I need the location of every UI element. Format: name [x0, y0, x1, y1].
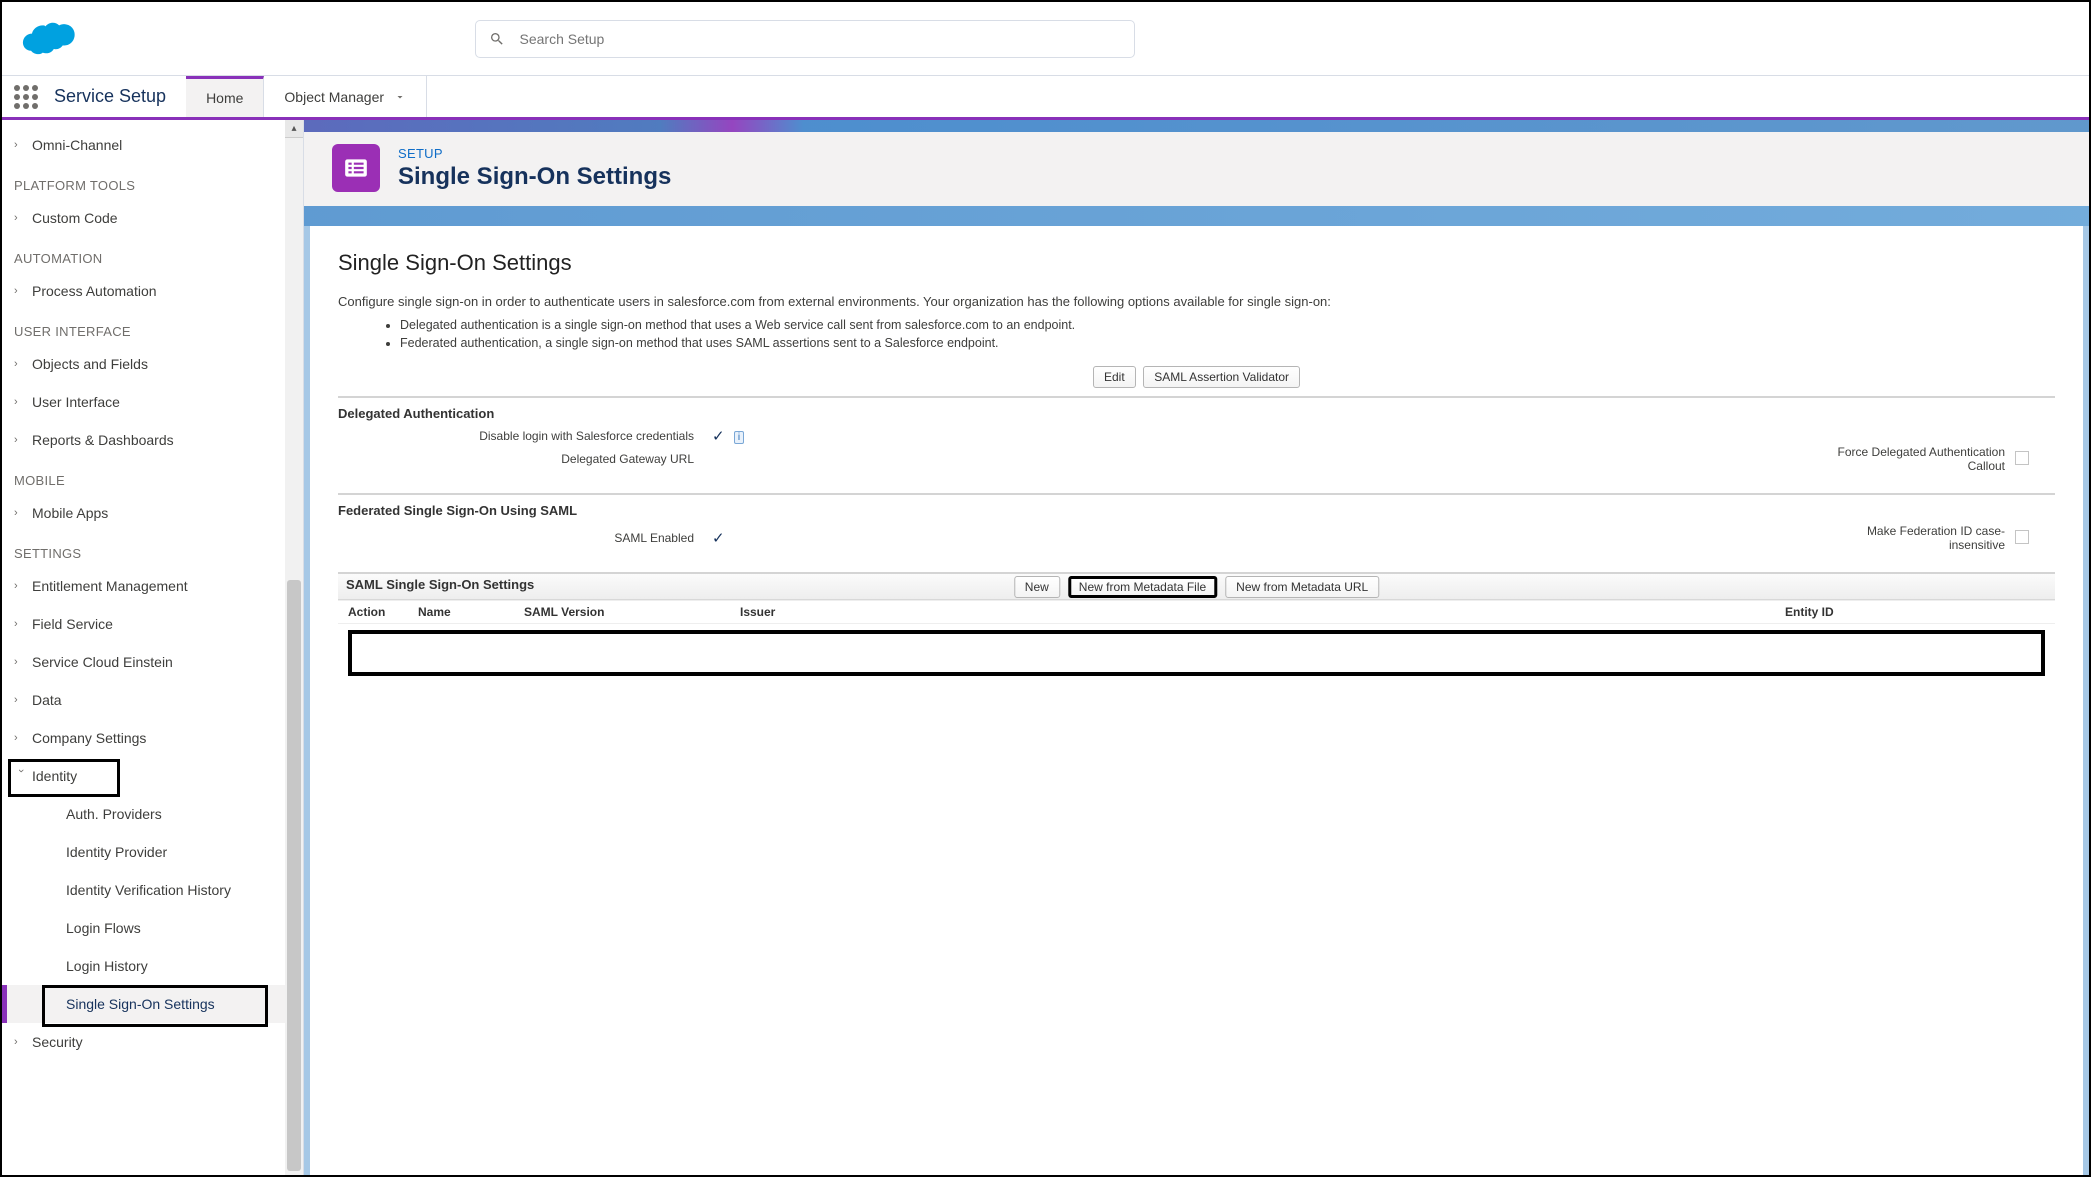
- scrollbar-thumb[interactable]: [287, 580, 301, 1171]
- sidebar-item-entitlement-management[interactable]: ›Entitlement Management: [2, 567, 285, 605]
- section-federated-sso: Federated Single Sign-On Using SAML: [338, 501, 2055, 524]
- nav-bar: Service Setup Home Object Manager: [2, 76, 2089, 120]
- sidebar-item-security[interactable]: ›Security: [2, 1023, 285, 1061]
- saml-assertion-validator-button[interactable]: SAML Assertion Validator: [1143, 366, 1300, 388]
- section-saml-sso-settings: SAML Single Sign-On Settings: [346, 575, 534, 598]
- bullet-delegated: Delegated authentication is a single sig…: [400, 317, 2055, 335]
- checkbox-federation-case[interactable]: [2015, 530, 2029, 544]
- label-saml-enabled: SAML Enabled: [338, 531, 708, 545]
- sidebar-item-process-automation[interactable]: ›Process Automation: [2, 272, 285, 310]
- sidebar-section-platform-tools: PLATFORM TOOLS: [2, 164, 285, 199]
- col-action: Action: [348, 605, 418, 619]
- search-icon: [489, 31, 505, 47]
- intro-text: Configure single sign-on in order to aut…: [338, 294, 2055, 309]
- decorative-strip: [304, 206, 2089, 226]
- check-icon: ✓: [712, 530, 725, 547]
- sidebar-item-login-flows[interactable]: Login Flows: [2, 909, 285, 947]
- bullet-federated: Federated authentication, a single sign-…: [400, 335, 2055, 353]
- label-federation-id-case: Make Federation ID case-insensitive: [1835, 524, 2015, 552]
- sidebar-item-company-settings[interactable]: ›Company Settings: [2, 719, 285, 757]
- label-disable-login: Disable login with Salesforce credential…: [338, 429, 708, 443]
- page-title: Single Sign-On Settings: [398, 163, 671, 191]
- sidebar-item-single-sign-on-settings[interactable]: Single Sign-On Settings: [2, 985, 285, 1023]
- scroll-up-arrow-icon[interactable]: ▴: [285, 120, 303, 138]
- info-icon[interactable]: i: [734, 431, 744, 444]
- chevron-down-icon: [394, 91, 406, 103]
- sidebar-item-omni-channel[interactable]: ›Omni-Channel: [2, 126, 285, 164]
- sidebar-section-settings: SETTINGS: [2, 532, 285, 567]
- sidebar-item-identity-provider[interactable]: Identity Provider: [2, 833, 285, 871]
- sidebar-scrollbar[interactable]: ▴: [285, 120, 303, 1175]
- sidebar-item-mobile-apps[interactable]: ›Mobile Apps: [2, 494, 285, 532]
- sidebar-item-auth-providers[interactable]: Auth. Providers: [2, 795, 285, 833]
- sidebar-item-user-interface[interactable]: ›User Interface: [2, 383, 285, 421]
- col-entity-id: Entity ID: [1785, 605, 2045, 619]
- section-delegated-auth: Delegated Authentication: [338, 404, 2055, 427]
- tab-home[interactable]: Home: [186, 76, 264, 117]
- new-from-metadata-url-button[interactable]: New from Metadata URL: [1225, 576, 1379, 598]
- salesforce-logo-icon: [22, 19, 80, 59]
- page-header-icon: [332, 144, 380, 192]
- app-name-label: Service Setup: [50, 76, 186, 117]
- sidebar-item-service-cloud-einstein[interactable]: ›Service Cloud Einstein: [2, 643, 285, 681]
- sidebar-section-mobile: MOBILE: [2, 459, 285, 494]
- tab-object-manager[interactable]: Object Manager: [264, 76, 427, 117]
- col-saml-version: SAML Version: [524, 605, 740, 619]
- table-empty-row: [348, 630, 2045, 676]
- table-column-headers: Action Name SAML Version Issuer Entity I…: [338, 600, 2055, 624]
- col-name: Name: [418, 605, 524, 619]
- decorative-strip: [304, 120, 2089, 132]
- content-heading: Single Sign-On Settings: [338, 250, 2055, 276]
- setup-sidebar: ›Omni-Channel PLATFORM TOOLS ›Custom Cod…: [2, 120, 285, 1175]
- new-from-metadata-file-button[interactable]: New from Metadata File: [1068, 576, 1217, 598]
- label-force-delegated-callout: Force Delegated Authentication Callout: [1835, 445, 2015, 473]
- checkbox-force-delegated[interactable]: [2015, 451, 2029, 465]
- sidebar-section-automation: AUTOMATION: [2, 237, 285, 272]
- top-bar: [2, 2, 2089, 76]
- sidebar-item-custom-code[interactable]: ›Custom Code: [2, 199, 285, 237]
- col-issuer: Issuer: [740, 605, 1785, 619]
- sidebar-item-identity[interactable]: ›Identity: [2, 757, 285, 795]
- sidebar-item-identity-verification-history[interactable]: Identity Verification History: [2, 871, 285, 909]
- sidebar-section-user-interface: USER INTERFACE: [2, 310, 285, 345]
- label-delegated-gateway-url: Delegated Gateway URL: [338, 452, 708, 466]
- sidebar-item-reports-dashboards[interactable]: ›Reports & Dashboards: [2, 421, 285, 459]
- new-button[interactable]: New: [1014, 576, 1060, 598]
- page-header: SETUP Single Sign-On Settings: [304, 132, 2089, 206]
- sidebar-item-data[interactable]: ›Data: [2, 681, 285, 719]
- search-input[interactable]: [475, 20, 1135, 58]
- sidebar-item-objects-and-fields[interactable]: ›Objects and Fields: [2, 345, 285, 383]
- check-icon: ✓: [712, 428, 725, 445]
- edit-button[interactable]: Edit: [1093, 366, 1136, 388]
- app-launcher-icon[interactable]: [2, 76, 50, 117]
- sidebar-item-login-history[interactable]: Login History: [2, 947, 285, 985]
- sidebar-item-field-service[interactable]: ›Field Service: [2, 605, 285, 643]
- main-content: SETUP Single Sign-On Settings Single Sig…: [304, 120, 2089, 1175]
- breadcrumb: SETUP: [398, 146, 671, 161]
